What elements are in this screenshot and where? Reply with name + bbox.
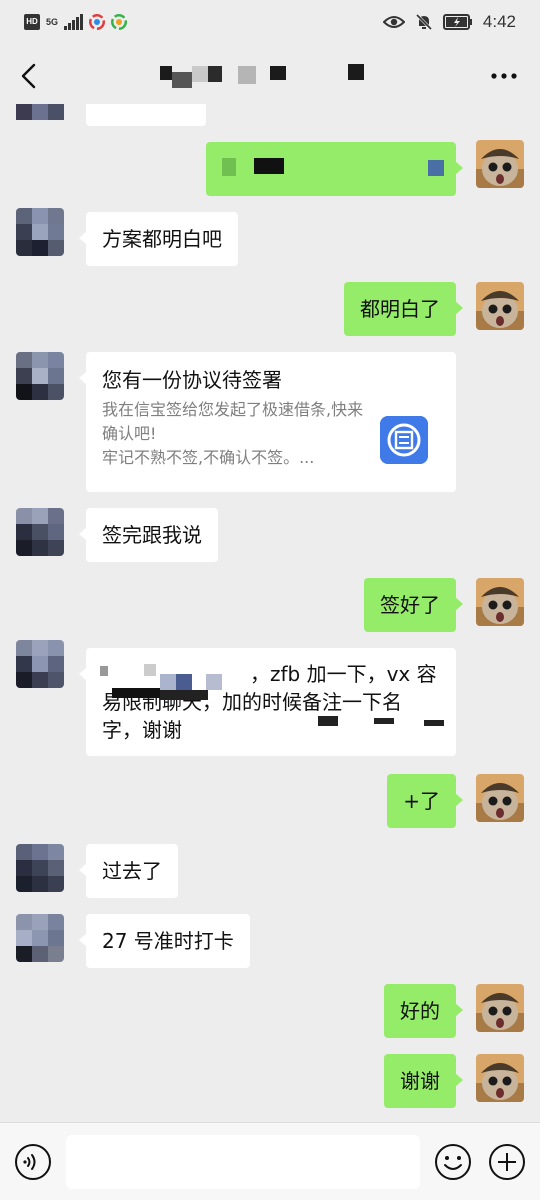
card-desc-line: 牢记不熟不签,不确认不签。... bbox=[102, 448, 315, 467]
message-bubble-received[interactable]: 方案都明白吧 bbox=[79, 212, 238, 266]
redacted-text bbox=[144, 664, 156, 676]
avatar-contact[interactable] bbox=[16, 352, 64, 400]
redacted-text bbox=[318, 716, 338, 726]
cropped-bubble bbox=[86, 104, 206, 126]
redacted-text bbox=[424, 720, 444, 726]
app-notification-icon bbox=[111, 14, 127, 30]
chat-title-redacted bbox=[160, 62, 370, 88]
chat-header bbox=[0, 48, 540, 104]
battery-icon bbox=[442, 14, 472, 30]
card-description: 我在信宝签给您发起了极速借条,快来确认吧! 牢记不熟不签,不确认不签。... bbox=[102, 398, 372, 470]
message-text: 谢谢 bbox=[400, 1069, 440, 1093]
emoji-icon[interactable] bbox=[434, 1143, 472, 1181]
redacted-text bbox=[206, 674, 222, 690]
voice-icon[interactable] bbox=[14, 1143, 52, 1181]
message-bubble-received[interactable]: ，zfb 加一下，vx 容 易限制聊天，加的时候备注一下名 字，谢谢 bbox=[79, 648, 456, 756]
avatar-contact[interactable] bbox=[16, 508, 64, 556]
hd-indicator: HD bbox=[24, 14, 40, 30]
avatar-contact[interactable] bbox=[16, 844, 64, 892]
plus-icon[interactable] bbox=[488, 1143, 526, 1181]
status-time: 4:42 bbox=[482, 12, 516, 31]
status-bar-left: HD 5G bbox=[24, 14, 127, 30]
message-text: 好的 bbox=[400, 999, 440, 1023]
message-input-bar bbox=[0, 1122, 540, 1200]
avatar-contact[interactable] bbox=[16, 640, 64, 688]
message-bubble-sent[interactable]: +了 bbox=[387, 774, 463, 828]
message-bubble-sent[interactable]: 好的 bbox=[384, 984, 463, 1038]
eye-icon bbox=[382, 16, 405, 28]
message-input[interactable] bbox=[66, 1135, 420, 1189]
card-desc-line: 我在信宝签给您发起了极速借条,快来确认吧! bbox=[102, 400, 364, 443]
card-title: 您有一份协议待签署 bbox=[102, 368, 282, 392]
message-bubble-received[interactable]: 27 号准时打卡 bbox=[79, 914, 250, 968]
message-text: 27 号准时打卡 bbox=[102, 929, 234, 953]
message-text: 签好了 bbox=[380, 593, 440, 617]
more-dots-icon[interactable] bbox=[486, 60, 522, 92]
chat-message-list[interactable]: 方案都明白吧 都明白了 您有一份协议待签署 我在信宝签给您发起了极速借条,快来确… bbox=[0, 104, 540, 1122]
message-text: 过去了 bbox=[102, 859, 162, 883]
message-bubble-sent[interactable]: 签好了 bbox=[364, 578, 463, 632]
message-text: +了 bbox=[403, 789, 440, 813]
avatar-self[interactable] bbox=[476, 282, 524, 330]
message-text: 都明白了 bbox=[360, 297, 440, 321]
redacted-text bbox=[100, 666, 108, 676]
redacted-text bbox=[112, 688, 160, 698]
network-indicator: 5G bbox=[46, 16, 59, 27]
avatar-contact[interactable] bbox=[16, 208, 64, 256]
redacted-text bbox=[254, 158, 284, 174]
redacted-text bbox=[160, 690, 208, 700]
back-chevron-icon[interactable] bbox=[14, 60, 46, 92]
avatar-self[interactable] bbox=[476, 984, 524, 1032]
avatar-self[interactable] bbox=[476, 774, 524, 822]
mute-bell-icon bbox=[415, 13, 432, 31]
avatar-self[interactable] bbox=[476, 140, 524, 188]
redacted-text bbox=[374, 718, 394, 724]
status-bar-right: 4:42 bbox=[382, 12, 516, 32]
message-bubble-sent[interactable]: 都明白了 bbox=[344, 282, 463, 336]
message-bubble-sent[interactable]: 谢谢 bbox=[384, 1054, 463, 1108]
avatar-contact[interactable] bbox=[16, 914, 64, 962]
message-bubble-received[interactable]: 签完跟我说 bbox=[79, 508, 218, 562]
message-text: 签完跟我说 bbox=[102, 523, 202, 547]
message-bubble-sent[interactable] bbox=[206, 142, 463, 196]
redacted-text bbox=[176, 674, 192, 690]
app-notification-icon bbox=[89, 14, 105, 30]
redacted-text bbox=[160, 674, 176, 690]
redacted-text bbox=[428, 160, 444, 176]
avatar-self[interactable] bbox=[476, 1054, 524, 1102]
message-bubble-received[interactable]: 过去了 bbox=[79, 844, 178, 898]
cropped-avatar bbox=[16, 104, 64, 128]
status-bar: HD 5G 4:42 bbox=[0, 0, 540, 48]
signal-icon bbox=[64, 14, 83, 30]
agreement-card[interactable]: 您有一份协议待签署 我在信宝签给您发起了极速借条,快来确认吧! 牢记不熟不签,不… bbox=[79, 352, 456, 492]
message-text: 方案都明白吧 bbox=[102, 227, 222, 251]
avatar-self[interactable] bbox=[476, 578, 524, 626]
app-logo-icon bbox=[380, 416, 428, 464]
redacted-text bbox=[222, 158, 236, 176]
